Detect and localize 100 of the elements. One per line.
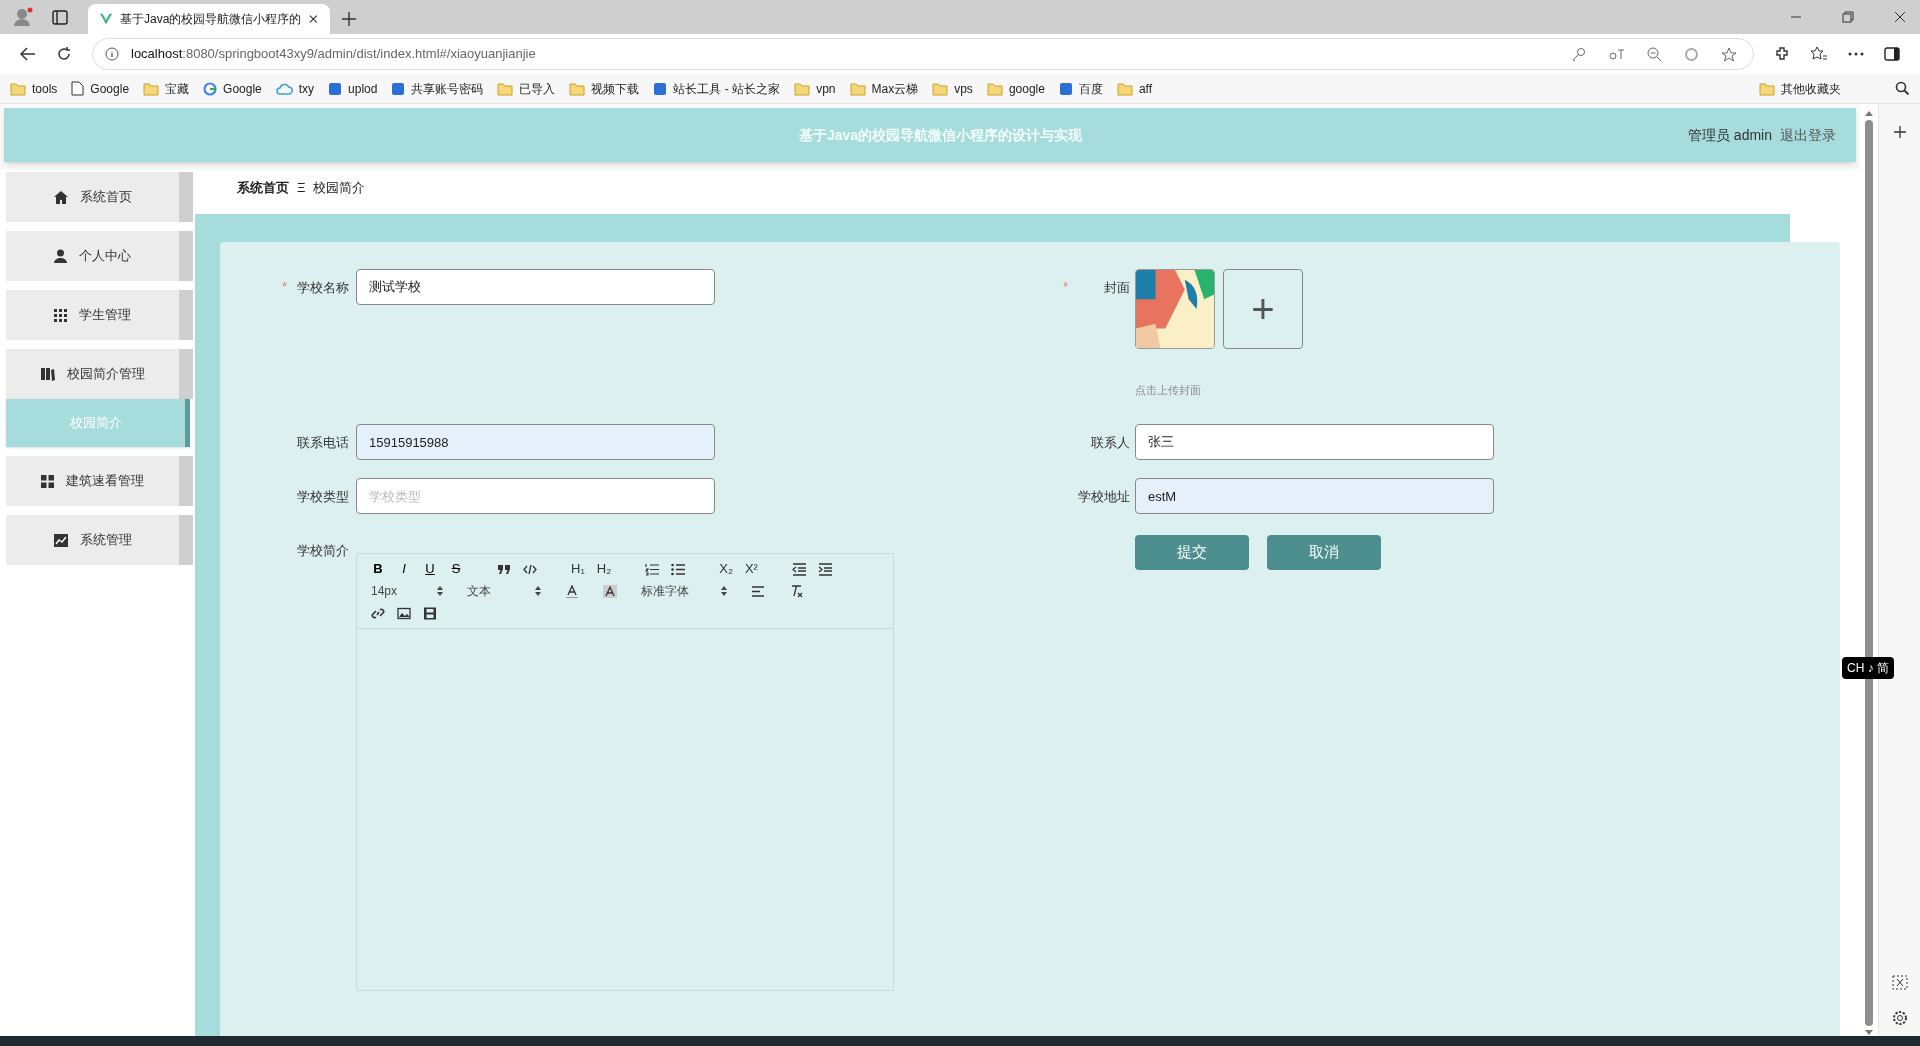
breadcrumb-link[interactable]: 系统首页 bbox=[237, 178, 289, 198]
logout-link[interactable]: 退出登录 bbox=[1780, 124, 1836, 146]
google-icon bbox=[203, 81, 218, 96]
new-tab-icon[interactable] bbox=[342, 12, 356, 26]
input-field[interactable]: 测试学校 bbox=[356, 269, 715, 305]
video-icon[interactable] bbox=[423, 606, 437, 620]
sidebar-item[interactable]: 校园简介管理 bbox=[6, 349, 193, 399]
bookmark[interactable]: Google bbox=[71, 79, 130, 98]
zoom-out-icon[interactable] bbox=[1647, 46, 1662, 62]
sidebar-item[interactable]: 建筑速看管理 bbox=[6, 456, 193, 506]
format-button[interactable]: U bbox=[423, 559, 437, 579]
bookmark[interactable]: vpn bbox=[794, 79, 836, 98]
rich-text-editor[interactable]: B I U S H₁ H₂ X₂ X² 14px 文本 标准字体 bbox=[356, 553, 894, 991]
field-label: 学校类型 bbox=[297, 488, 349, 506]
site-title: 基于Java的校园导航微信小程序的设计与实现 bbox=[799, 125, 1083, 145]
sidebar-item[interactable]: 系统首页 bbox=[6, 172, 193, 222]
script-button[interactable]: X² bbox=[744, 559, 758, 579]
field-label: 学校简介 bbox=[297, 542, 349, 560]
bookmark[interactable]: 共享账号密码 bbox=[391, 79, 484, 98]
bookmark[interactable]: vps bbox=[932, 79, 973, 98]
sidebar-item[interactable]: 系统管理 bbox=[6, 515, 193, 565]
link-icon[interactable] bbox=[371, 606, 385, 620]
bookmark[interactable]: 宝藏 bbox=[143, 79, 190, 98]
input-field[interactable]: 15915915988 bbox=[356, 424, 715, 460]
tab-list-icon[interactable] bbox=[52, 10, 68, 25]
submit-button[interactable]: 提交 bbox=[1135, 535, 1249, 570]
home-icon bbox=[53, 190, 68, 204]
restore-icon[interactable] bbox=[1842, 11, 1854, 23]
browser-tab[interactable]: 基于Java的校园导航微信小程序的 bbox=[88, 4, 330, 34]
favorites-icon[interactable] bbox=[1810, 46, 1828, 62]
field-label: 封面 bbox=[1104, 279, 1130, 297]
folder-icon bbox=[1116, 81, 1133, 96]
required-mark: * bbox=[282, 279, 287, 296]
translate-icon[interactable] bbox=[1608, 47, 1625, 61]
screenshot-icon[interactable] bbox=[1891, 975, 1908, 990]
folder-icon bbox=[569, 81, 586, 96]
site-icon bbox=[1058, 81, 1073, 96]
editor-select[interactable]: 标准字体 bbox=[641, 582, 727, 600]
code-icon[interactable] bbox=[523, 562, 537, 576]
close-icon[interactable] bbox=[309, 14, 318, 24]
field-label: 学校名称 bbox=[297, 279, 349, 297]
indent-icon[interactable] bbox=[817, 562, 832, 576]
image-icon[interactable] bbox=[397, 606, 411, 620]
bookmark[interactable]: 百度 bbox=[1058, 79, 1103, 98]
key-icon[interactable] bbox=[1571, 46, 1586, 62]
format-button[interactable]: B bbox=[371, 559, 385, 579]
sidebar-item[interactable]: 学生管理 bbox=[6, 290, 193, 340]
bookmark[interactable]: Google bbox=[203, 79, 262, 98]
folder-icon bbox=[986, 81, 1003, 96]
clear-format-icon[interactable] bbox=[789, 584, 803, 598]
outdent-icon[interactable] bbox=[791, 562, 806, 576]
sidebar-item[interactable]: 个人中心 bbox=[6, 231, 193, 281]
settings-icon[interactable] bbox=[1891, 1010, 1908, 1026]
ime-indicator[interactable]: CH ♪ 简 bbox=[1842, 657, 1894, 679]
back-icon[interactable] bbox=[20, 47, 36, 61]
heading-button[interactable]: H₁ bbox=[571, 559, 585, 579]
quote-icon[interactable] bbox=[497, 562, 511, 576]
bookmark[interactable]: Max云梯 bbox=[849, 79, 919, 98]
upload-button[interactable]: + bbox=[1223, 269, 1303, 349]
cloud-icon bbox=[275, 82, 293, 95]
editor-select[interactable]: 14px bbox=[371, 582, 443, 600]
format-button[interactable]: I bbox=[397, 559, 411, 579]
close-icon[interactable] bbox=[1894, 11, 1906, 23]
input-field[interactable]: 学校类型 bbox=[356, 478, 715, 514]
field-label: 联系人 bbox=[1091, 434, 1130, 452]
bookmark[interactable]: uplod bbox=[328, 79, 378, 98]
bookmark[interactable]: tools bbox=[10, 79, 58, 98]
font-color-icon[interactable] bbox=[565, 584, 579, 598]
bookmark[interactable]: 已导入 bbox=[497, 79, 556, 98]
star-icon[interactable] bbox=[1721, 46, 1737, 62]
bookmark[interactable]: 站长工具 - 站长之家 bbox=[653, 79, 781, 98]
folder-icon bbox=[497, 81, 514, 96]
script-button[interactable]: X₂ bbox=[719, 559, 733, 579]
add-icon[interactable] bbox=[1893, 126, 1906, 138]
extensions-icon[interactable] bbox=[1774, 46, 1790, 62]
format-button[interactable]: S bbox=[449, 559, 463, 579]
bookmark[interactable]: aff bbox=[1116, 79, 1153, 98]
bullet-list-icon[interactable] bbox=[671, 562, 686, 576]
bookmark[interactable]: txy bbox=[275, 79, 315, 98]
scroll-up-icon[interactable] bbox=[1865, 110, 1873, 116]
profile-icon[interactable] bbox=[12, 7, 34, 27]
scrollbar-thumb[interactable] bbox=[1865, 120, 1873, 1026]
chart-icon bbox=[53, 533, 68, 547]
cancel-button[interactable]: 取消 bbox=[1267, 535, 1381, 570]
folder-icon bbox=[1759, 81, 1775, 96]
heading-button[interactable]: H₂ bbox=[596, 559, 612, 579]
sidebar-icon[interactable] bbox=[1884, 47, 1900, 61]
other-bookmarks[interactable]: 其他收藏夹 bbox=[1759, 79, 1841, 98]
input-field[interactable]: 张三 bbox=[1135, 424, 1494, 460]
reload-icon[interactable] bbox=[56, 46, 72, 62]
search-icon[interactable] bbox=[1895, 81, 1910, 96]
background-color-icon[interactable] bbox=[603, 584, 617, 598]
ordered-list-icon[interactable] bbox=[645, 562, 660, 576]
input-field[interactable]: estM bbox=[1135, 478, 1494, 514]
more-icon[interactable] bbox=[1848, 52, 1864, 56]
editor-select[interactable]: 文本 bbox=[467, 582, 541, 600]
field-label: 学校地址 bbox=[1078, 488, 1130, 506]
align-icon[interactable] bbox=[751, 584, 765, 598]
bookmark[interactable]: google bbox=[986, 79, 1045, 98]
bookmark[interactable]: 视频下载 bbox=[569, 79, 640, 98]
